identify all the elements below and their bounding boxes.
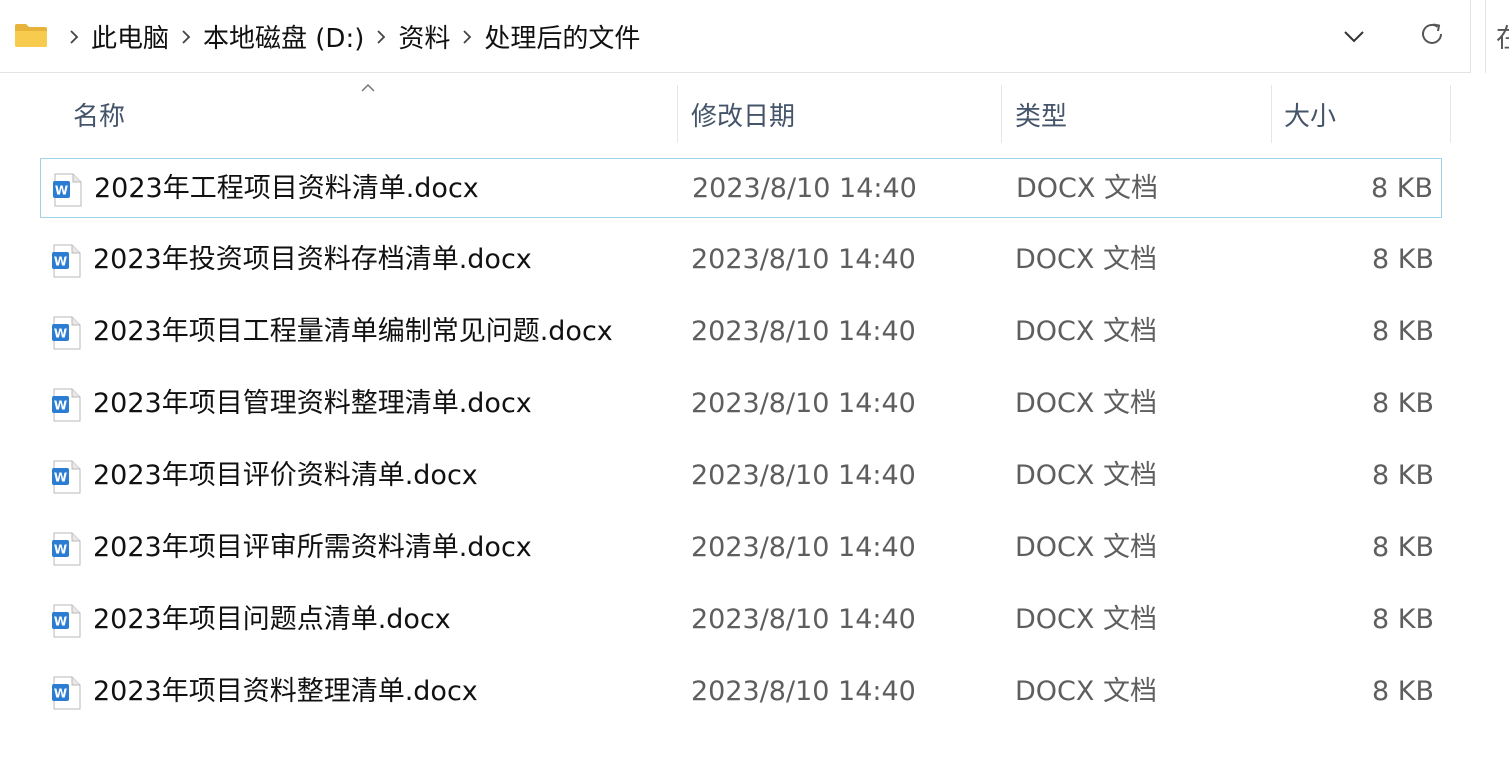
column-header-type[interactable]: 类型: [1015, 85, 1067, 143]
file-name: 2023年项目管理资料整理清单.docx: [93, 388, 532, 419]
file-row[interactable]: W 2023年项目工程量清单编制常见问题.docx 2023/8/10 14:4…: [40, 302, 1442, 362]
file-type: DOCX 文档: [1015, 316, 1157, 347]
file-date: 2023/8/10 14:40: [691, 460, 916, 491]
svg-text:W: W: [54, 615, 67, 629]
file-size: 8 KB: [1372, 244, 1434, 275]
file-date: 2023/8/10 14:40: [691, 388, 916, 419]
file-row[interactable]: W 2023年项目管理资料整理清单.docx 2023/8/10 14:40 D…: [40, 374, 1442, 434]
file-row[interactable]: W 2023年项目评价资料清单.docx 2023/8/10 14:40 DOC…: [40, 446, 1442, 506]
file-type: DOCX 文档: [1015, 604, 1157, 635]
file-row[interactable]: W 2023年投资项目资料存档清单.docx 2023/8/10 14:40 D…: [40, 230, 1442, 290]
file-size: 8 KB: [1372, 676, 1434, 707]
file-type: DOCX 文档: [1015, 532, 1157, 563]
chevron-down-icon[interactable]: [1338, 22, 1370, 50]
file-name: 2023年投资项目资料存档清单.docx: [93, 244, 532, 275]
column-header: 名称 修改日期 类型 大小: [0, 85, 1509, 143]
file-row[interactable]: W 2023年项目问题点清单.docx 2023/8/10 14:40 DOCX…: [40, 590, 1442, 650]
chevron-right-icon[interactable]: [172, 29, 200, 45]
file-type: DOCX 文档: [1015, 460, 1157, 491]
file-name: 2023年项目问题点清单.docx: [93, 604, 451, 635]
search-box[interactable]: 在: [1485, 0, 1509, 73]
breadcrumb-local-disk[interactable]: 本地磁盘 (D:): [200, 18, 367, 55]
chevron-right-icon[interactable]: [60, 29, 88, 45]
column-divider[interactable]: [1001, 85, 1002, 143]
file-type: DOCX 文档: [1015, 388, 1157, 419]
file-name: 2023年项目资料整理清单.docx: [93, 676, 478, 707]
file-size: 8 KB: [1372, 604, 1434, 635]
word-document-icon: W: [52, 460, 81, 494]
file-type: DOCX 文档: [1015, 676, 1157, 707]
file-date: 2023/8/10 14:40: [691, 604, 916, 635]
svg-text:W: W: [54, 543, 67, 557]
svg-text:W: W: [54, 471, 67, 485]
svg-text:W: W: [55, 184, 68, 198]
address-bar[interactable]: 此电脑 本地磁盘 (D:) 资料 处理后的文件: [0, 0, 1471, 73]
search-placeholder: 在: [1496, 18, 1509, 55]
breadcrumb-this-pc[interactable]: 此电脑: [88, 18, 172, 55]
breadcrumb-materials[interactable]: 资料: [395, 18, 453, 55]
breadcrumb: 此电脑 本地磁盘 (D:) 资料 处理后的文件: [60, 0, 643, 73]
column-header-name[interactable]: 名称: [73, 85, 125, 143]
file-row[interactable]: W 2023年项目资料整理清单.docx 2023/8/10 14:40 DOC…: [40, 662, 1442, 722]
file-name: 2023年项目评审所需资料清单.docx: [93, 532, 532, 563]
file-date: 2023/8/10 14:40: [691, 316, 916, 347]
column-header-size[interactable]: 大小: [1284, 85, 1336, 143]
file-row[interactable]: W 2023年工程项目资料清单.docx 2023/8/10 14:40 DOC…: [40, 158, 1442, 218]
svg-text:W: W: [54, 687, 67, 701]
column-divider[interactable]: [1450, 85, 1451, 143]
file-name: 2023年项目工程量清单编制常见问题.docx: [93, 316, 613, 347]
file-size: 8 KB: [1372, 388, 1434, 419]
svg-text:W: W: [54, 255, 67, 269]
chevron-right-icon[interactable]: [367, 29, 395, 45]
file-name: 2023年工程项目资料清单.docx: [94, 173, 479, 204]
column-divider[interactable]: [677, 85, 678, 143]
word-document-icon: W: [52, 532, 81, 566]
file-date: 2023/8/10 14:40: [692, 173, 917, 204]
file-size: 8 KB: [1372, 460, 1434, 491]
word-document-icon: W: [52, 316, 81, 350]
refresh-icon[interactable]: [1415, 17, 1449, 51]
svg-text:W: W: [54, 399, 67, 413]
word-document-icon: W: [52, 244, 81, 278]
file-row[interactable]: W 2023年项目评审所需资料清单.docx 2023/8/10 14:40 D…: [40, 518, 1442, 578]
word-document-icon: W: [53, 173, 82, 207]
file-name: 2023年项目评价资料清单.docx: [93, 460, 478, 491]
breadcrumb-processed-files[interactable]: 处理后的文件: [481, 18, 643, 55]
folder-icon: [15, 24, 47, 47]
file-size: 8 KB: [1372, 532, 1434, 563]
word-document-icon: W: [52, 604, 81, 638]
file-date: 2023/8/10 14:40: [691, 244, 916, 275]
file-type: DOCX 文档: [1015, 244, 1157, 275]
column-divider[interactable]: [1271, 85, 1272, 143]
file-type: DOCX 文档: [1016, 173, 1158, 204]
chevron-right-icon[interactable]: [453, 29, 481, 45]
file-size: 8 KB: [1372, 316, 1434, 347]
column-header-date[interactable]: 修改日期: [691, 85, 795, 143]
file-date: 2023/8/10 14:40: [691, 676, 916, 707]
file-size: 8 KB: [1371, 173, 1433, 204]
word-document-icon: W: [52, 388, 81, 422]
word-document-icon: W: [52, 676, 81, 710]
svg-text:W: W: [54, 327, 67, 341]
file-date: 2023/8/10 14:40: [691, 532, 916, 563]
